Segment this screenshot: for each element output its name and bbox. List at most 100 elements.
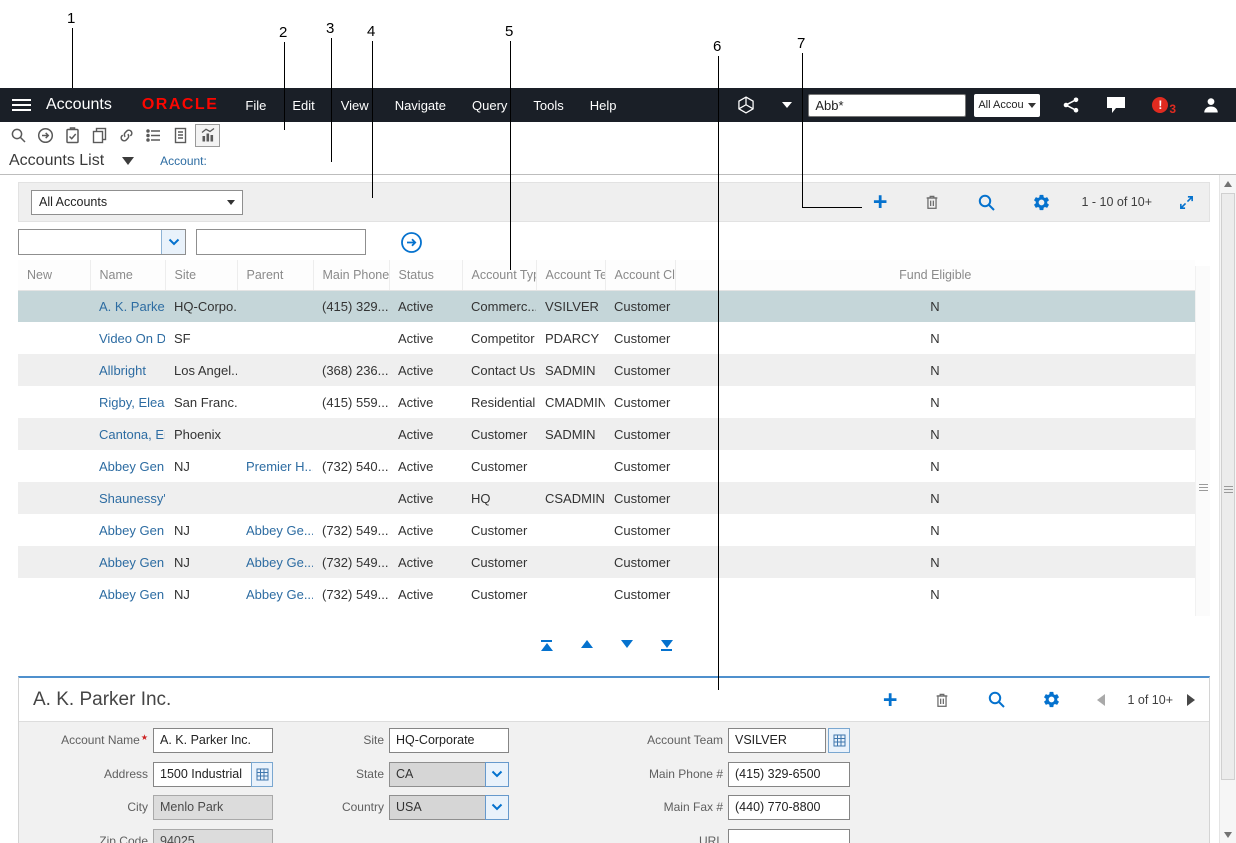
cell-fund-eligible[interactable]: N (675, 322, 1195, 354)
menu-file[interactable]: File (232, 89, 279, 122)
cell-site[interactable] (165, 482, 237, 514)
column-header-main-phone[interactable]: Main Phone (313, 260, 389, 290)
scroll-to-first-icon[interactable] (541, 640, 553, 651)
cell-main-phone[interactable]: (732) 540... (313, 450, 389, 482)
account-team-input[interactable] (728, 728, 826, 753)
cell-main-phone[interactable]: (415) 329... (313, 290, 389, 322)
cell-site[interactable]: Phoenix (165, 418, 237, 450)
cell-main-phone[interactable]: (368) 236... (313, 354, 389, 386)
table-row[interactable]: Abbey Gen... NJ Abbey Ge... (732) 549...… (18, 546, 1195, 578)
expand-applet-icon[interactable] (1178, 194, 1195, 211)
cell-main-phone[interactable] (313, 482, 389, 514)
scrollbar-up-icon[interactable] (1220, 175, 1236, 192)
column-header-fund-eligible[interactable]: Fund Eligible (675, 260, 1195, 290)
cell-name[interactable]: Abbey Gen... (90, 578, 165, 610)
toolbar-query-assistant-icon[interactable] (114, 124, 139, 147)
cell-parent[interactable]: Abbey Ge... (237, 578, 313, 610)
new-record-button[interactable]: + (883, 690, 898, 710)
site-map-icon[interactable] (736, 95, 756, 115)
cell-site[interactable]: NJ (165, 450, 237, 482)
account-name-input[interactable] (153, 728, 273, 753)
column-header-new[interactable]: New (18, 260, 90, 290)
cell-account-team[interactable]: PDARCY (536, 322, 605, 354)
cell-fund-eligible[interactable]: N (675, 418, 1195, 450)
query-button[interactable] (977, 193, 996, 212)
cell-account-class[interactable]: Customer (605, 546, 675, 578)
menu-tools[interactable]: Tools (520, 89, 576, 122)
cell-site[interactable]: San Franc... (165, 386, 237, 418)
main-fax-input[interactable] (728, 795, 850, 820)
site-input[interactable] (389, 728, 509, 753)
cell-name[interactable]: Abbey Gen... (90, 450, 165, 482)
cell-account-team[interactable] (536, 514, 605, 546)
cell-account-type[interactable]: Customer (462, 418, 536, 450)
visibility-dropdown-caret-icon[interactable] (122, 157, 134, 165)
cell-name[interactable]: Allbright (90, 354, 165, 386)
cell-main-phone[interactable]: (732) 549... (313, 546, 389, 578)
city-input[interactable] (153, 795, 273, 820)
settings-gear-icon[interactable] (1042, 690, 1061, 709)
cell-status[interactable]: Active (389, 482, 462, 514)
cell-main-phone[interactable]: (732) 549... (313, 578, 389, 610)
notifications-icon[interactable]: ! 3 (1152, 97, 1176, 113)
country-dropdown-icon[interactable] (485, 795, 509, 820)
cell-account-team[interactable]: CSADMIN (536, 482, 605, 514)
toolbar-save-icon[interactable] (60, 124, 85, 147)
cell-status[interactable]: Active (389, 514, 462, 546)
zip-code-input[interactable] (153, 829, 273, 843)
cell-parent[interactable] (237, 290, 313, 322)
query-button[interactable] (987, 690, 1006, 709)
cell-name[interactable]: Abbey Gen... (90, 546, 165, 578)
cell-parent[interactable]: Premier H... (237, 450, 313, 482)
cell-site[interactable]: SF (165, 322, 237, 354)
address-input[interactable] (153, 762, 251, 787)
cell-account-team[interactable] (536, 546, 605, 578)
main-phone-input[interactable] (728, 762, 850, 787)
cell-account-type[interactable]: Customer (462, 546, 536, 578)
cell-account-team[interactable] (536, 578, 605, 610)
menu-edit[interactable]: Edit (279, 89, 327, 122)
cell-site[interactable]: HQ-Corpo... (165, 290, 237, 322)
cell-fund-eligible[interactable]: N (675, 578, 1195, 610)
cell-account-class[interactable]: Customer (605, 482, 675, 514)
cell-site[interactable]: NJ (165, 514, 237, 546)
chat-icon[interactable] (1106, 96, 1126, 114)
hamburger-menu-icon[interactable] (12, 99, 31, 111)
main-scrollbar[interactable] (1219, 175, 1236, 843)
menu-query[interactable]: Query (459, 89, 520, 122)
cell-name[interactable]: Video On D... (90, 322, 165, 354)
cell-account-team[interactable] (536, 450, 605, 482)
column-header-parent[interactable]: Parent (237, 260, 313, 290)
toolbar-execute-query-icon[interactable] (33, 124, 58, 147)
cell-account-class[interactable]: Customer (605, 386, 675, 418)
cell-fund-eligible[interactable]: N (675, 514, 1195, 546)
column-header-site[interactable]: Site (165, 260, 237, 290)
cell-name[interactable]: Cantona, Eric (90, 418, 165, 450)
delete-record-button[interactable] (923, 193, 941, 211)
cell-account-type[interactable]: Customer (462, 514, 536, 546)
menu-view[interactable]: View (328, 89, 382, 122)
cell-site[interactable]: NJ (165, 578, 237, 610)
column-header-account-type[interactable]: Account Typ (462, 260, 536, 290)
cell-account-type[interactable]: Residential (462, 386, 536, 418)
cell-account-class[interactable]: Customer (605, 418, 675, 450)
cell-status[interactable]: Active (389, 450, 462, 482)
toolbar-chart-icon[interactable] (195, 124, 220, 147)
cell-account-team[interactable]: CMADMIN (536, 386, 605, 418)
url-input[interactable] (728, 829, 850, 843)
column-header-status[interactable]: Status (389, 260, 462, 290)
state-dropdown-icon[interactable] (485, 762, 509, 787)
cell-parent[interactable]: Abbey Ge... (237, 514, 313, 546)
cell-status[interactable]: Active (389, 322, 462, 354)
column-header-account-team[interactable]: Account Tea (536, 260, 605, 290)
share-icon[interactable] (1062, 96, 1080, 114)
cell-account-class[interactable]: Customer (605, 450, 675, 482)
cell-fund-eligible[interactable]: N (675, 450, 1195, 482)
scroll-previous-icon[interactable] (581, 640, 593, 651)
cell-account-type[interactable]: HQ (462, 482, 536, 514)
country-select[interactable]: USA (389, 795, 509, 820)
table-row[interactable]: Shaunessy's Active HQ CSADMIN Customer N (18, 482, 1195, 514)
query-field-dropdown-button[interactable] (161, 230, 185, 254)
cell-name[interactable]: A. K. Parker... (90, 290, 165, 322)
banner-dropdown-caret-icon[interactable] (782, 102, 792, 108)
